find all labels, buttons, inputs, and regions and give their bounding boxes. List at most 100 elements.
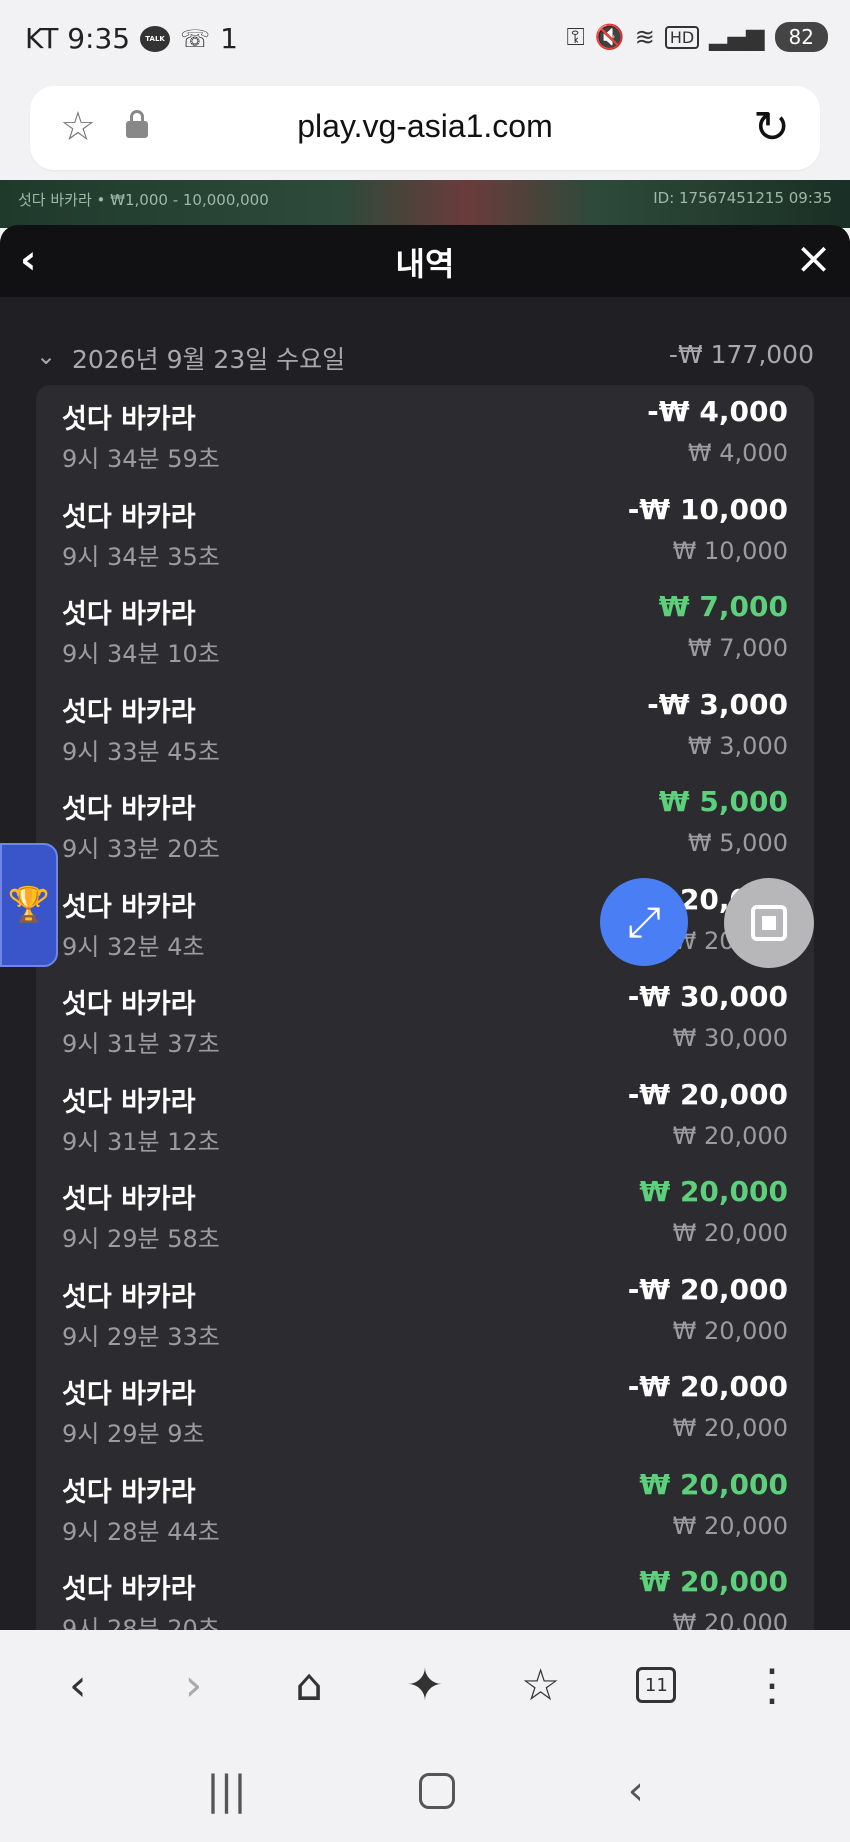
result-amount: ₩ 20,000 bbox=[639, 1565, 788, 1598]
bet-amount: ₩ 10,000 bbox=[672, 536, 788, 565]
history-row[interactable]: 섯다 바카라 9시 28분 44초 ₩ 20,000 ₩ 20,000 bbox=[36, 1458, 814, 1556]
history-panel: ‹ 내역 × ⌄ 2026년 9월 23일 수요일 -₩ 177,000 섯다 … bbox=[0, 225, 850, 1630]
bet-amount: ₩ 4,000 bbox=[687, 439, 788, 467]
bet-time: 9시 31분 12초 bbox=[62, 1127, 220, 1156]
bet-time: 9시 34분 10초 bbox=[62, 640, 220, 668]
history-row[interactable]: 섯다 바카라 9시 33분 45초 -₩ 3,000 ₩ 3,000 bbox=[36, 678, 814, 776]
game-id: ID: 17567451215 09:35 bbox=[653, 189, 832, 207]
game-strip: 섯다 바카라 • ₩1,000 - 10,000,000 ID: 1756745… bbox=[0, 180, 850, 228]
recent-apps-icon[interactable]: ||| bbox=[206, 1768, 246, 1814]
result-amount: -₩ 20,000 bbox=[627, 1370, 788, 1403]
browser-toolbar: ‹ › ⌂ ✦ ☆ 11 ⋮ bbox=[0, 1630, 850, 1740]
panel-title: 내역 bbox=[395, 245, 455, 283]
home-icon[interactable]: ⌂ bbox=[274, 1660, 344, 1711]
bet-time: 9시 28분 44초 bbox=[62, 1517, 220, 1546]
expand-button[interactable]: ⤢ bbox=[600, 878, 688, 966]
history-row[interactable]: 섯다 바카라 9시 34분 59초 -₩ 4,000 ₩ 4,000 bbox=[36, 385, 814, 483]
game-name: 섯다 바카라 bbox=[62, 501, 196, 533]
game-name: 섯다 바카라 bbox=[62, 1281, 196, 1313]
game-name: 섯다 바카라 bbox=[62, 1379, 196, 1410]
history-row[interactable]: 섯다 바카라 9시 28분 20초 ₩ 20,000 ₩ 20,000 bbox=[36, 1555, 814, 1630]
bet-amount: ₩ 20,000 bbox=[672, 1219, 788, 1247]
history-row[interactable]: 섯다 바카라 9시 31분 12초 -₩ 20,000 ₩ 20,000 bbox=[36, 1068, 814, 1166]
history-row[interactable]: 섯다 바카라 9시 29분 33초 -₩ 20,000 ₩ 20,000 bbox=[36, 1263, 814, 1361]
bet-amount: ₩ 20,000 bbox=[672, 1609, 788, 1630]
stop-icon bbox=[751, 905, 787, 941]
date-group-header[interactable]: ⌄ 2026년 9월 23일 수요일 -₩ 177,000 bbox=[36, 340, 814, 380]
history-row[interactable]: 섯다 바카라 9시 34분 35초 -₩ 10,000 ₩ 10,000 bbox=[36, 483, 814, 581]
chevron-down-icon: ⌄ bbox=[36, 342, 57, 370]
history-row[interactable]: 섯다 바카라9시 32분 4초-₩ 20,000₩ 20,000 bbox=[36, 873, 814, 971]
url-text[interactable]: play.vg-asia1.com bbox=[30, 108, 820, 145]
bet-time: 9시 28분 20초 bbox=[62, 1615, 220, 1630]
back-arrow-icon[interactable]: ‹ bbox=[43, 1660, 113, 1711]
bet-amount: ₩ 20,000 bbox=[672, 1414, 788, 1442]
bookmarks-icon[interactable]: ☆ bbox=[506, 1660, 576, 1711]
bet-amount: ₩ 20,000 bbox=[672, 1511, 788, 1540]
result-amount: ₩ 5,000 bbox=[658, 785, 788, 818]
notification-count: 1 bbox=[220, 22, 238, 55]
tabs-count: 11 bbox=[636, 1667, 677, 1703]
panel-header: ‹ 내역 × bbox=[0, 225, 850, 297]
history-row[interactable]: 섯다 바카라 9시 31분 37초 -₩ 30,000 ₩ 30,000 bbox=[36, 970, 814, 1068]
game-name: 섯다 바카라 bbox=[62, 891, 196, 923]
close-button[interactable]: × bbox=[795, 233, 832, 284]
mute-icon: 🔇 bbox=[594, 23, 625, 51]
game-limits: 섯다 바카라 • ₩1,000 - 10,000,000 bbox=[18, 191, 269, 209]
bet-amount: ₩ 30,000 bbox=[672, 1024, 788, 1052]
address-bar[interactable]: ☆ play.vg-asia1.com ↻ bbox=[30, 86, 820, 170]
key-icon: ⚿ bbox=[566, 23, 585, 51]
result-amount: -₩ 20,000 bbox=[627, 1077, 788, 1111]
bet-time: 9시 29분 58초 bbox=[62, 1225, 220, 1253]
result-amount: ₩ 20,000 bbox=[639, 1467, 788, 1501]
reload-icon[interactable]: ↻ bbox=[753, 102, 790, 153]
bet-amount: ₩ 20,000 bbox=[672, 1316, 788, 1345]
game-name: 섯다 바카라 bbox=[62, 696, 196, 728]
bet-time: 9시 31분 37초 bbox=[62, 1030, 220, 1058]
game-name: 섯다 바카라 bbox=[62, 989, 196, 1020]
bet-amount: ₩ 3,000 bbox=[687, 731, 788, 760]
bet-amount: ₩ 5,000 bbox=[687, 829, 788, 857]
result-amount: -₩ 20,000 bbox=[627, 1272, 788, 1306]
history-row[interactable]: 섯다 바카라 9시 34분 10초 ₩ 7,000 ₩ 7,000 bbox=[36, 580, 814, 678]
game-name: 섯다 바카라 bbox=[62, 1184, 196, 1215]
missed-call-icon: ☏ bbox=[180, 24, 211, 53]
bet-time: 9시 33분 45초 bbox=[62, 737, 220, 766]
system-nav: ||| ‹ bbox=[0, 1740, 850, 1842]
history-row[interactable]: 섯다 바카라 9시 29분 9초 -₩ 20,000 ₩ 20,000 bbox=[36, 1360, 814, 1458]
sparkle-icon[interactable]: ✦ bbox=[390, 1660, 460, 1711]
game-name: 섯다 바카라 bbox=[62, 599, 196, 630]
date-label: 2026년 9월 23일 수요일 bbox=[72, 345, 346, 374]
game-name: 섯다 바카라 bbox=[62, 1476, 196, 1508]
stop-button[interactable] bbox=[724, 878, 814, 968]
hd-icon: HD bbox=[664, 25, 700, 49]
more-menu-icon[interactable]: ⋮ bbox=[737, 1660, 807, 1711]
kakaotalk-icon: TALK bbox=[140, 25, 171, 52]
back-nav-icon[interactable]: ‹ bbox=[628, 1768, 644, 1814]
carrier-time: KT 9:35 bbox=[25, 22, 131, 55]
forward-arrow-icon[interactable]: › bbox=[159, 1660, 229, 1711]
history-row[interactable]: 섯다 바카라 9시 33분 20초 ₩ 5,000 ₩ 5,000 bbox=[36, 775, 814, 873]
result-amount: -₩ 3,000 bbox=[647, 687, 788, 721]
game-name: 섯다 바카라 bbox=[62, 404, 196, 435]
bet-time: 9시 32분 4초 bbox=[62, 932, 205, 961]
bet-time: 9시 33분 20초 bbox=[62, 835, 220, 863]
tabs-button[interactable]: 11 bbox=[621, 1667, 691, 1703]
result-amount: ₩ 20,000 bbox=[639, 1175, 788, 1208]
bet-time: 9시 29분 33초 bbox=[62, 1322, 220, 1351]
bet-time: 9시 29분 9초 bbox=[62, 1420, 205, 1448]
wifi-icon: ≋ bbox=[634, 23, 655, 51]
bet-time: 9시 34분 59초 bbox=[62, 445, 220, 473]
expand-arrows-icon: ⤢ bbox=[627, 897, 661, 946]
history-list: 섯다 바카라 9시 34분 59초 -₩ 4,000 ₩ 4,000 섯다 바카라 9시 … bbox=[36, 385, 814, 1630]
trophy-tab[interactable]: 🏆 bbox=[0, 843, 58, 967]
bet-time: 9시 34분 35초 bbox=[62, 542, 220, 571]
history-row[interactable]: 섯다 바카라 9시 29분 58초 ₩ 20,000 ₩ 20,000 bbox=[36, 1165, 814, 1263]
home-nav-icon[interactable] bbox=[419, 1773, 456, 1809]
trophy-icon: 🏆 bbox=[7, 885, 51, 925]
status-bar: KT 9:35 TALK ☏ 1 ⚿ 🔇 ≋ HD ▂▄▆ 82 bbox=[0, 0, 850, 82]
result-amount: -₩ 10,000 bbox=[627, 492, 788, 526]
signal-icon: ▂▄▆ bbox=[709, 23, 765, 51]
game-name: 섯다 바카라 bbox=[62, 794, 196, 825]
battery-indicator: 82 bbox=[774, 22, 828, 52]
